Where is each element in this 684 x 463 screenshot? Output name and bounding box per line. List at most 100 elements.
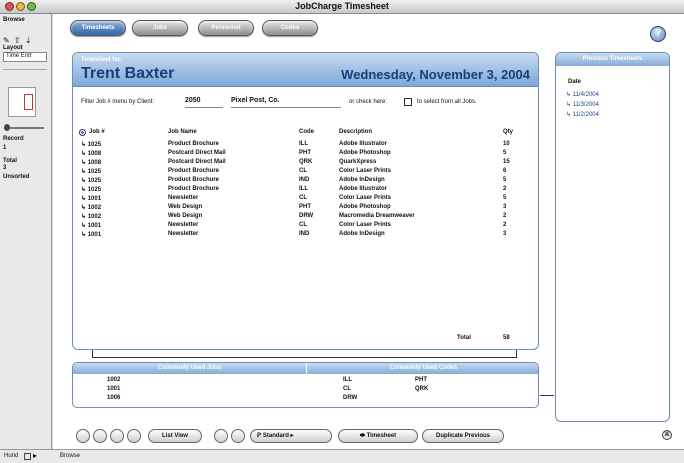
cell-qty[interactable]: 2 <box>503 213 506 219</box>
cell-code[interactable]: IND <box>299 231 309 237</box>
cell-qty[interactable]: 10 <box>503 141 510 147</box>
last-record-button[interactable] <box>127 429 141 443</box>
col-job[interactable]: Job # <box>89 129 105 135</box>
new-record-button[interactable] <box>214 429 228 443</box>
cell-job[interactable]: ↳ 1025 <box>81 186 101 193</box>
table-row[interactable]: ↳ 1025 Product Brochure ILL Adobe Illustrat… <box>73 186 538 195</box>
col-qty[interactable]: Qty <box>503 129 513 135</box>
record-book-icon[interactable] <box>8 87 36 117</box>
cell-job-name[interactable]: Newsletter <box>168 222 198 228</box>
common-code[interactable]: ILL <box>343 377 352 383</box>
duplicate-previous-button[interactable]: Duplicate Previous <box>422 429 504 443</box>
cell-qty[interactable]: 3 <box>503 231 506 237</box>
cell-job-name[interactable]: Postcard Direct Mail <box>168 150 226 156</box>
cell-qty[interactable]: 3 <box>503 204 506 210</box>
status-icon[interactable]: ⌘ <box>662 430 672 440</box>
table-row[interactable]: ↳ 1001 Newsletter IND Adobe InDesign 3 <box>73 231 538 240</box>
cell-qty[interactable]: 2 <box>503 222 506 228</box>
go-to-job-icon[interactable]: ↳ <box>81 214 88 220</box>
cell-job[interactable]: ↳ 1002 <box>81 213 101 220</box>
record-slider-knob[interactable] <box>4 124 10 131</box>
cell-job-name[interactable]: Newsletter <box>168 195 198 201</box>
tab-jobs[interactable]: Jobs <box>132 20 188 36</box>
cell-job[interactable]: ↳ 1025 <box>81 141 101 148</box>
cell-description[interactable]: Adobe InDesign <box>339 231 385 237</box>
cell-job[interactable]: ↳ 1025 <box>81 177 101 184</box>
common-job[interactable]: 1002 <box>107 377 120 383</box>
cell-job[interactable]: ↳ 1008 <box>81 159 101 166</box>
cell-job-name[interactable]: Product Brochure <box>168 141 219 147</box>
go-to-job-icon[interactable]: ↳ <box>81 196 88 202</box>
cell-job[interactable]: ↳ 1001 <box>81 231 101 238</box>
timesheet-button[interactable]: ⬬ Timesheet <box>338 429 418 443</box>
cell-description[interactable]: Color Laser Prints <box>339 168 391 174</box>
layout-menu[interactable]: Time Entr <box>3 52 47 62</box>
cell-qty[interactable]: 2 <box>503 186 506 192</box>
common-code[interactable]: QRK <box>415 386 428 392</box>
col-job-name[interactable]: Job Name <box>168 129 197 135</box>
help-icon[interactable]: ? <box>650 26 666 42</box>
prev-record-button[interactable] <box>93 429 107 443</box>
sort-radio[interactable] <box>79 129 86 136</box>
status-toggle-icon[interactable]: ▸ <box>33 451 37 460</box>
cell-code[interactable]: CL <box>299 168 307 174</box>
client-name-field[interactable]: Pixel Post, Co. <box>231 97 341 108</box>
cell-qty[interactable]: 5 <box>503 195 506 201</box>
go-to-job-icon[interactable]: ↳ <box>81 223 88 229</box>
cell-job-name[interactable]: Postcard Direct Mail <box>168 159 226 165</box>
cell-code[interactable]: CL <box>299 195 307 201</box>
cell-job-name[interactable]: Web Design <box>168 213 202 219</box>
cell-qty[interactable]: 5 <box>503 150 506 156</box>
cell-description[interactable]: Adobe Photoshop <box>339 204 391 210</box>
table-row[interactable]: ↳ 1025 Product Brochure IND Adobe InDesign 5 <box>73 177 538 186</box>
cell-job-name[interactable]: Product Brochure <box>168 168 219 174</box>
table-row[interactable]: ↳ 1001 Newsletter CL Color Laser Prints 2 <box>73 222 538 231</box>
common-code[interactable]: DRW <box>343 395 357 401</box>
previous-timesheet-link[interactable]: ↳ 11/4/2004 <box>566 91 599 98</box>
cell-code[interactable]: QRK <box>299 159 312 165</box>
standard-popup-button[interactable]: ℙ Standard ▸ <box>250 429 332 443</box>
go-to-job-icon[interactable]: ↳ <box>81 232 88 238</box>
table-row[interactable]: ↳ 1001 Newsletter CL Color Laser Prints 5 <box>73 195 538 204</box>
go-to-job-icon[interactable]: ↳ <box>81 151 88 157</box>
cell-code[interactable]: IND <box>299 177 309 183</box>
cell-code[interactable]: ILL <box>299 141 308 147</box>
cell-description[interactable]: QuarkXpress <box>339 159 376 165</box>
client-id-field[interactable]: 2050 <box>185 97 223 108</box>
cell-description[interactable]: Color Laser Prints <box>339 222 391 228</box>
go-to-job-icon[interactable]: ↳ <box>81 187 88 193</box>
previous-timesheet-link[interactable]: ↳ 11/2/2004 <box>566 111 599 118</box>
table-row[interactable]: ↳ 1002 Web Design DRW Macromedia Dreamweave… <box>73 213 538 222</box>
cell-job[interactable]: ↳ 1008 <box>81 150 101 157</box>
cell-code[interactable]: DRW <box>299 213 313 219</box>
cell-description[interactable]: Color Laser Prints <box>339 195 391 201</box>
go-to-job-icon[interactable]: ↳ <box>81 142 88 148</box>
record-slider[interactable] <box>4 127 44 129</box>
go-to-job-icon[interactable]: ↳ <box>81 205 88 211</box>
common-job[interactable]: 1006 <box>107 395 120 401</box>
cell-job[interactable]: ↳ 1025 <box>81 168 101 175</box>
common-code[interactable]: CL <box>343 386 351 392</box>
tab-codes[interactable]: Codes <box>262 20 318 36</box>
cell-qty[interactable]: 15 <box>503 159 510 165</box>
table-row[interactable]: ↳ 1025 Product Brochure ILL Adobe Illustrat… <box>73 141 538 150</box>
table-row[interactable]: ↳ 1025 Product Brochure CL Color Laser Prin… <box>73 168 538 177</box>
cell-description[interactable]: Adobe InDesign <box>339 177 385 183</box>
zoom-label[interactable]: Hund <box>4 453 18 459</box>
next-record-button[interactable] <box>110 429 124 443</box>
previous-timesheet-link[interactable]: ↳ 11/3/2004 <box>566 101 599 108</box>
cell-description[interactable]: Macromedia Dreamweaver <box>339 213 415 219</box>
delete-record-button[interactable] <box>231 429 245 443</box>
common-job[interactable]: 1001 <box>107 386 120 392</box>
table-row[interactable]: ↳ 1008 Postcard Direct Mail PHT Adobe Photo… <box>73 150 538 159</box>
cell-job[interactable]: ↳ 1001 <box>81 222 101 229</box>
cell-job-name[interactable]: Web Design <box>168 204 202 210</box>
cell-job-name[interactable]: Product Brochure <box>168 177 219 183</box>
tab-personnel[interactable]: Personnel <box>198 20 254 36</box>
table-row[interactable]: ↳ 1008 Postcard Direct Mail QRK QuarkXpress… <box>73 159 538 168</box>
table-row[interactable]: ↳ 1002 Web Design PHT Adobe Photoshop 3 <box>73 204 538 213</box>
cell-description[interactable]: Adobe Illustrator <box>339 186 387 192</box>
common-code[interactable]: PHT <box>415 377 427 383</box>
cell-job-name[interactable]: Newsletter <box>168 231 198 237</box>
all-jobs-checkbox[interactable] <box>404 98 412 106</box>
